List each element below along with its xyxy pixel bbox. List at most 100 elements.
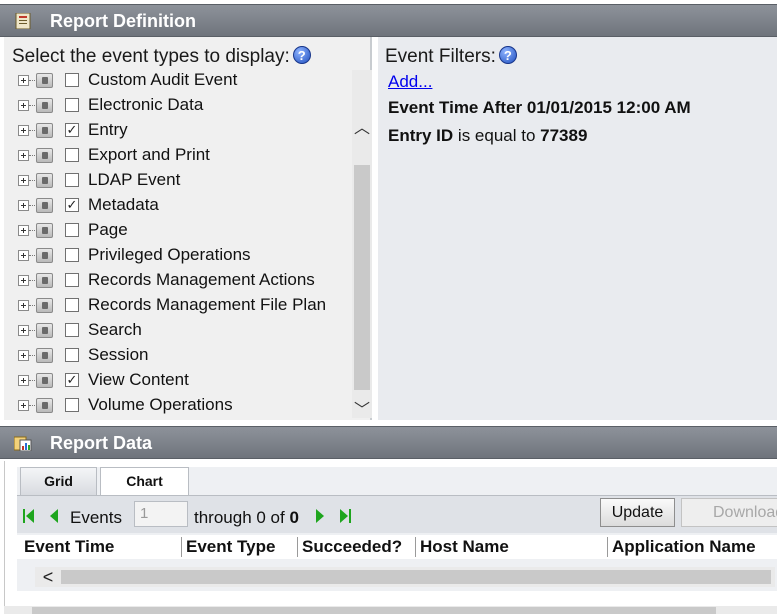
event-type-label: Session xyxy=(88,345,149,364)
event-type-checkbox[interactable] xyxy=(65,348,79,362)
total-count: 0 xyxy=(289,508,299,527)
prev-page-icon[interactable] xyxy=(48,509,60,523)
event-filters-heading-text: Event Filters: xyxy=(385,46,496,67)
update-button[interactable]: Update xyxy=(600,498,675,527)
event-type-item[interactable]: Privileged Operations xyxy=(18,244,348,269)
event-type-label: Metadata xyxy=(88,195,159,214)
page-range-text: through 0 of 0 xyxy=(194,508,299,528)
event-types-tree: Custom Audit Event Electronic Data ✓ Entry E… xyxy=(4,69,349,417)
event-types-heading: Select the event types to display:? xyxy=(12,46,311,68)
tree-connector xyxy=(29,280,35,281)
expand-icon[interactable] xyxy=(18,175,29,186)
event-types-scrollbar[interactable]: ︿ ﹀ xyxy=(352,70,372,419)
event-type-icon xyxy=(36,198,53,213)
scroll-left-button[interactable]: < xyxy=(35,567,61,587)
event-type-icon xyxy=(36,273,53,288)
tab-grid[interactable]: Grid xyxy=(20,467,97,495)
add-filter-link[interactable]: Add... xyxy=(388,72,432,92)
expand-icon[interactable] xyxy=(18,150,29,161)
event-type-item[interactable]: Page xyxy=(18,219,348,244)
event-type-label: Electronic Data xyxy=(88,95,204,114)
event-type-item[interactable]: Electronic Data xyxy=(18,94,348,119)
tree-connector xyxy=(29,355,35,356)
event-types-heading-text: Select the event types to display: xyxy=(12,46,290,67)
column-header[interactable]: Application Name xyxy=(609,537,756,557)
expand-icon[interactable] xyxy=(18,400,29,411)
expand-icon[interactable] xyxy=(18,75,29,86)
report-data-panel: Grid Chart Events 1 through 0 of 0 Updat… xyxy=(4,461,777,614)
event-type-checkbox[interactable]: ✓ xyxy=(65,373,79,387)
filter-entry-field: Entry ID xyxy=(388,126,454,145)
tab-chart[interactable]: Chart xyxy=(100,467,189,495)
event-type-checkbox[interactable] xyxy=(65,223,79,237)
event-type-icon xyxy=(36,98,53,113)
report-definition-titlebar: Report Definition xyxy=(0,4,777,37)
event-type-checkbox[interactable]: ✓ xyxy=(65,198,79,212)
page-number-input[interactable]: 1 xyxy=(134,501,188,527)
event-type-item[interactable]: ✓ View Content xyxy=(18,369,348,394)
column-separator[interactable] xyxy=(415,537,416,557)
column-header[interactable]: Event Type xyxy=(183,537,275,557)
column-header[interactable]: Succeeded? xyxy=(299,537,402,557)
grid-horizontal-scrollbar[interactable]: < xyxy=(35,567,775,587)
event-type-checkbox[interactable] xyxy=(65,298,79,312)
filter-event-time[interactable]: Event Time After 01/01/2015 12:00 AM xyxy=(388,98,691,118)
event-type-checkbox[interactable]: ✓ xyxy=(65,123,79,137)
tree-connector xyxy=(29,405,35,406)
event-type-checkbox[interactable] xyxy=(65,248,79,262)
filter-entry-id[interactable]: Entry ID is equal to 77389 xyxy=(388,126,587,146)
expand-icon[interactable] xyxy=(18,275,29,286)
event-type-icon xyxy=(36,248,53,263)
event-type-checkbox[interactable] xyxy=(65,73,79,87)
page-scrollbar-thumb[interactable] xyxy=(32,607,716,614)
event-type-item[interactable]: Export and Print xyxy=(18,144,348,169)
event-type-icon xyxy=(36,373,53,388)
event-type-item[interactable]: Records Management Actions xyxy=(18,269,348,294)
event-type-item[interactable]: Custom Audit Event xyxy=(18,69,348,94)
expand-icon[interactable] xyxy=(18,200,29,211)
expand-icon[interactable] xyxy=(18,325,29,336)
scroll-down-button[interactable]: ﹀ xyxy=(352,396,372,419)
help-icon[interactable]: ? xyxy=(292,46,311,64)
event-type-label: LDAP Event xyxy=(88,170,181,189)
scroll-up-button[interactable]: ︿ xyxy=(352,114,372,137)
expand-icon[interactable] xyxy=(18,300,29,311)
event-type-item[interactable]: Volume Operations xyxy=(18,394,348,417)
event-type-icon xyxy=(36,223,53,238)
column-separator[interactable] xyxy=(181,537,182,557)
scrollbar-thumb[interactable] xyxy=(354,165,370,390)
expand-icon[interactable] xyxy=(18,350,29,361)
event-type-item[interactable]: LDAP Event xyxy=(18,169,348,194)
page-horizontal-scrollbar[interactable] xyxy=(4,606,777,614)
event-type-checkbox[interactable] xyxy=(65,323,79,337)
event-type-item[interactable]: Session xyxy=(18,344,348,369)
expand-icon[interactable] xyxy=(18,225,29,236)
expand-icon[interactable] xyxy=(18,375,29,386)
event-type-item[interactable]: Search xyxy=(18,319,348,344)
tree-connector xyxy=(29,305,35,306)
expand-icon[interactable] xyxy=(18,100,29,111)
column-separator[interactable] xyxy=(297,537,298,557)
event-type-checkbox[interactable] xyxy=(65,398,79,412)
event-type-icon xyxy=(36,323,53,338)
download-button[interactable]: Download xyxy=(681,498,777,527)
first-page-icon[interactable] xyxy=(23,509,35,523)
column-header[interactable]: Host Name xyxy=(417,537,509,557)
grid-scrollbar-thumb[interactable] xyxy=(61,570,771,584)
event-type-checkbox[interactable] xyxy=(65,98,79,112)
column-header[interactable]: Event Time xyxy=(21,537,114,557)
event-type-checkbox[interactable] xyxy=(65,273,79,287)
event-type-item[interactable]: ✓ Metadata xyxy=(18,194,348,219)
expand-icon[interactable] xyxy=(18,250,29,261)
last-page-icon[interactable] xyxy=(339,509,351,523)
expand-icon[interactable] xyxy=(18,125,29,136)
help-icon[interactable]: ? xyxy=(498,46,517,64)
event-type-item[interactable]: Records Management File Plan xyxy=(18,294,348,319)
event-filters-panel: Event Filters:? Add... Event Time After … xyxy=(378,37,777,420)
event-type-checkbox[interactable] xyxy=(65,148,79,162)
event-type-icon xyxy=(36,173,53,188)
event-type-item[interactable]: ✓ Entry xyxy=(18,119,348,144)
column-separator[interactable] xyxy=(607,537,608,557)
event-type-checkbox[interactable] xyxy=(65,173,79,187)
next-page-icon[interactable] xyxy=(314,509,326,523)
